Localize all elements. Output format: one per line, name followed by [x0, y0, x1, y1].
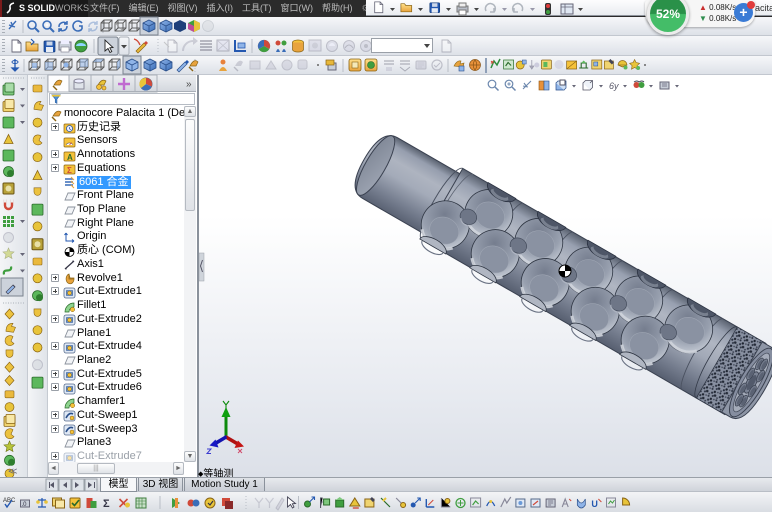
- svg-text:Σ: Σ: [67, 166, 72, 175]
- svg-text:≪: ≪: [8, 466, 17, 476]
- svg-text:A: A: [67, 153, 73, 162]
- svg-text:»: »: [186, 79, 192, 90]
- svg-text:Σ: Σ: [103, 498, 110, 510]
- svg-text:.0: .0: [22, 502, 28, 508]
- svg-text:U: U: [591, 499, 598, 509]
- svg-text:6y: 6y: [609, 81, 619, 91]
